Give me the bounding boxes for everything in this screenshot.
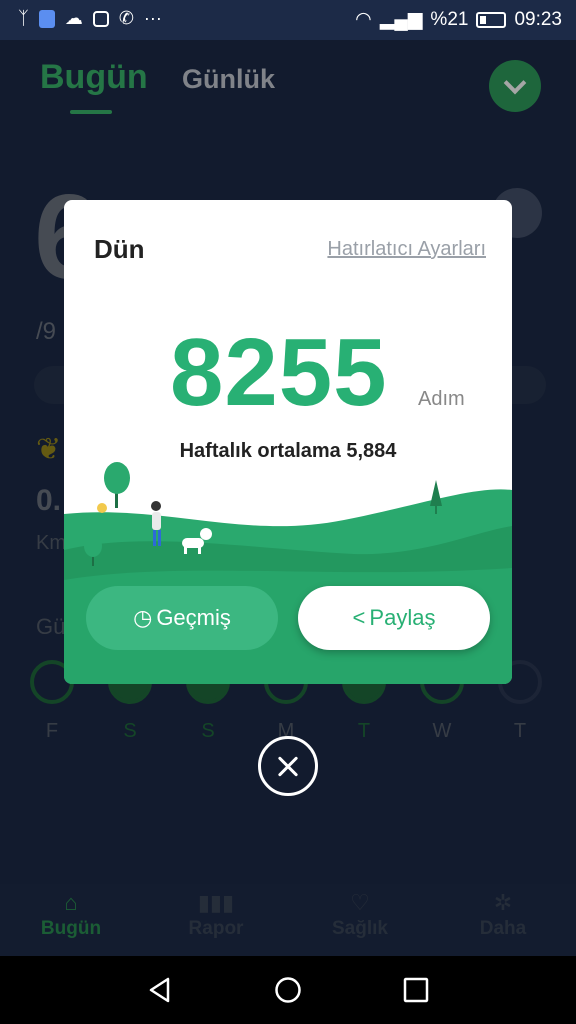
activity-icon: ᛉ: [18, 8, 29, 28]
more-icon: ···: [143, 8, 162, 28]
system-nav-bar: [0, 956, 576, 1024]
home-button-icon[interactable]: [274, 976, 302, 1004]
signal-icon: ▂▄▆: [379, 9, 423, 30]
history-button[interactable]: ◷ Geçmiş: [86, 586, 278, 650]
shield-icon: [38, 9, 55, 28]
yesterday-summary-dialog: Dün Hatırlatıcı Ayarları 8255 Adım Hafta…: [64, 200, 512, 684]
landscape-illustration: [64, 462, 512, 684]
step-unit: Adım: [418, 388, 465, 410]
history-icon: ◷: [133, 605, 153, 630]
clock: 09:23: [514, 8, 562, 30]
share-icon: <: [352, 605, 366, 630]
dialog-title: Dün: [94, 234, 145, 264]
status-bar: ᛉ ☁ ✆ ··· ◠ ▂▄▆ %21 09:23: [0, 0, 576, 40]
back-icon[interactable]: [146, 976, 174, 1004]
whatsapp-icon: ✆: [118, 8, 134, 28]
battery-percent: %21: [430, 8, 469, 30]
instagram-icon: [92, 10, 109, 27]
close-dialog-button[interactable]: [258, 736, 318, 796]
status-notification-icons: ᛉ ☁ ✆ ···: [18, 8, 162, 29]
status-system-icons: ◠ ▂▄▆ %21 09:23: [355, 8, 562, 31]
share-button[interactable]: < Paylaş: [298, 586, 490, 650]
recents-icon[interactable]: [402, 976, 430, 1004]
step-count: 8255: [170, 319, 388, 426]
wifi-icon: ◠: [355, 9, 372, 30]
reminder-settings-link[interactable]: Hatırlatıcı Ayarları: [327, 238, 486, 261]
cloud-icon: ☁: [64, 8, 83, 28]
battery-icon: [476, 11, 507, 28]
